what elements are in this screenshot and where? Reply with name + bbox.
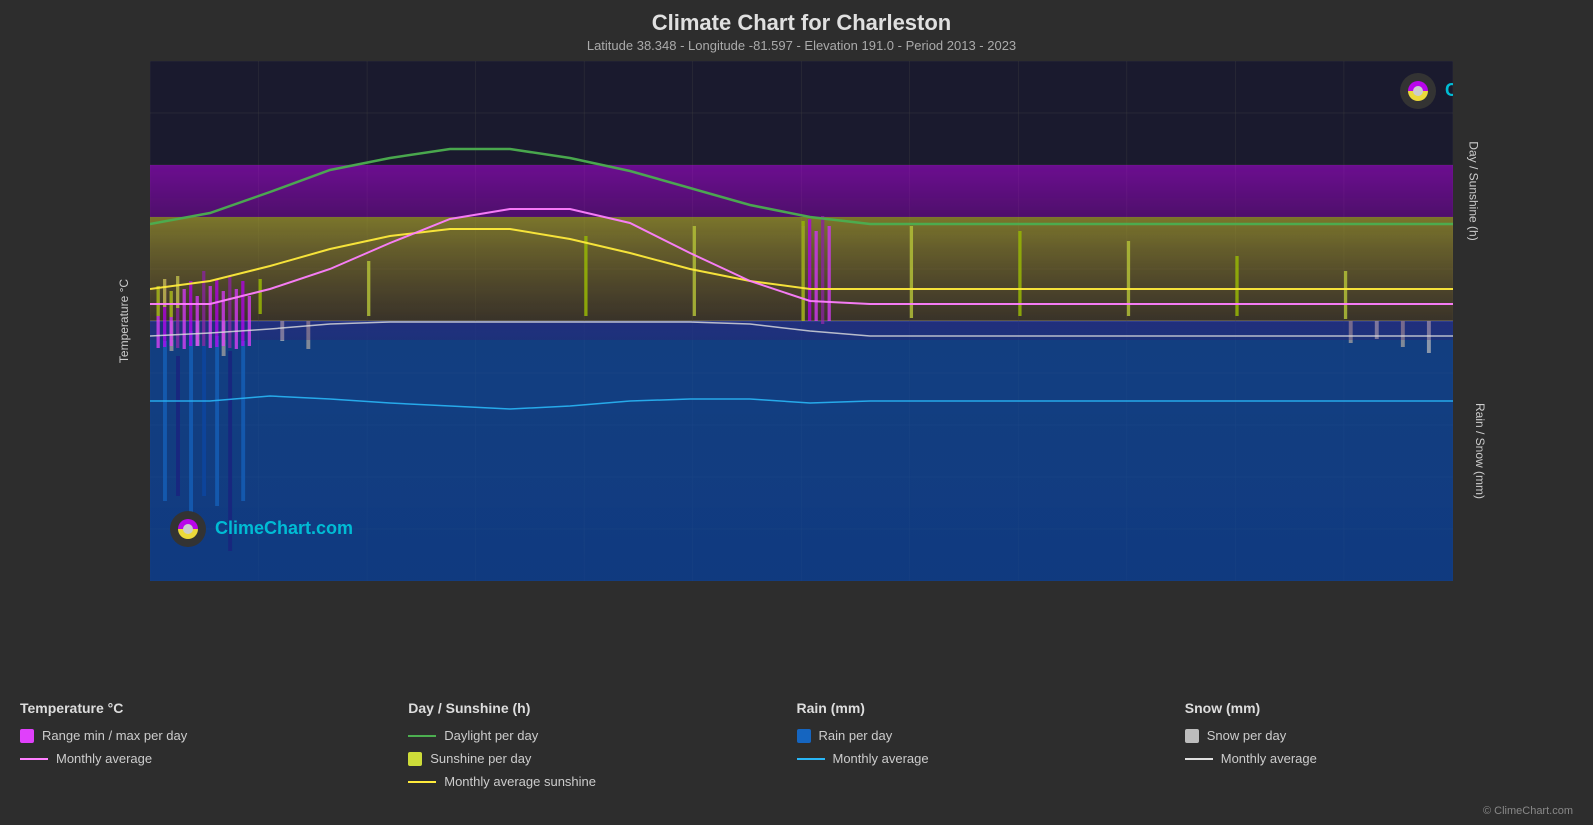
sunshine-avg-line [408,781,436,783]
legend-sunshine-day: Sunshine per day [408,751,796,766]
chart-subtitle: Latitude 38.348 - Longitude -81.597 - El… [70,38,1533,53]
snow-avg-line [1185,758,1213,760]
temp-range-label: Range min / max per day [42,728,187,743]
legend-temp-range: Range min / max per day [20,728,408,743]
legend-temperature-title: Temperature °C [20,700,408,716]
snow-day-label: Snow per day [1207,728,1287,743]
rain-day-label: Rain per day [819,728,893,743]
temp-avg-label: Monthly average [56,751,152,766]
legend-temperature: Temperature °C Range min / max per day M… [20,700,408,766]
copyright: © ClimeChart.com [1483,805,1573,817]
snow-avg-label: Monthly average [1221,751,1317,766]
svg-text:ClimeChart.com: ClimeChart.com [215,518,353,538]
legend-rain-title: Rain (mm) [797,700,1185,716]
daylight-line [408,735,436,737]
legend-area: Temperature °C Range min / max per day M… [0,685,1593,825]
chart-title: Climate Chart for Charleston [70,10,1533,36]
legend-sunshine-title: Day / Sunshine (h) [408,700,796,716]
legend-sunshine-avg: Monthly average sunshine [408,774,796,789]
legend-sunshine: Day / Sunshine (h) Daylight per day Suns… [408,700,796,789]
legend-rain-avg: Monthly average [797,751,1185,766]
legend-snow-title: Snow (mm) [1185,700,1573,716]
snow-day-swatch [1185,729,1199,743]
temp-range-swatch [20,729,34,743]
main-chart-svg: ClimeChart.com ClimeChart.com 50 40 30 2… [150,61,1453,581]
sunshine-day-label: Sunshine per day [430,751,531,766]
sunshine-avg-label: Monthly average sunshine [444,774,596,789]
sunshine-day-swatch [408,752,422,766]
chart-wrapper: Temperature °C Day / Sunshine (h) Rain /… [150,61,1453,581]
legend-snow-day: Snow per day [1185,728,1573,743]
daylight-label: Daylight per day [444,728,538,743]
legend-rain: Rain (mm) Rain per day Monthly average [797,700,1185,766]
legend-rain-day: Rain per day [797,728,1185,743]
legend-snow-avg: Monthly average [1185,751,1573,766]
rain-avg-line [797,758,825,760]
temp-avg-line [20,758,48,760]
svg-text:ClimeChart.com: ClimeChart.com [1445,80,1453,100]
legend-daylight: Daylight per day [408,728,796,743]
rain-avg-label: Monthly average [833,751,929,766]
chart-container: Climate Chart for Charleston Latitude 38… [0,0,1593,825]
rain-day-swatch [797,729,811,743]
legend-temp-avg: Monthly average [20,751,408,766]
y-axis-right-sunshine-title: Day / Sunshine (h) [1466,141,1480,240]
y-axis-left-title: Temperature °C [117,279,131,363]
y-axis-right-rain-title: Rain / Snow (mm) [1473,403,1487,499]
legend-snow: Snow (mm) Snow per day Monthly average [1185,700,1573,766]
